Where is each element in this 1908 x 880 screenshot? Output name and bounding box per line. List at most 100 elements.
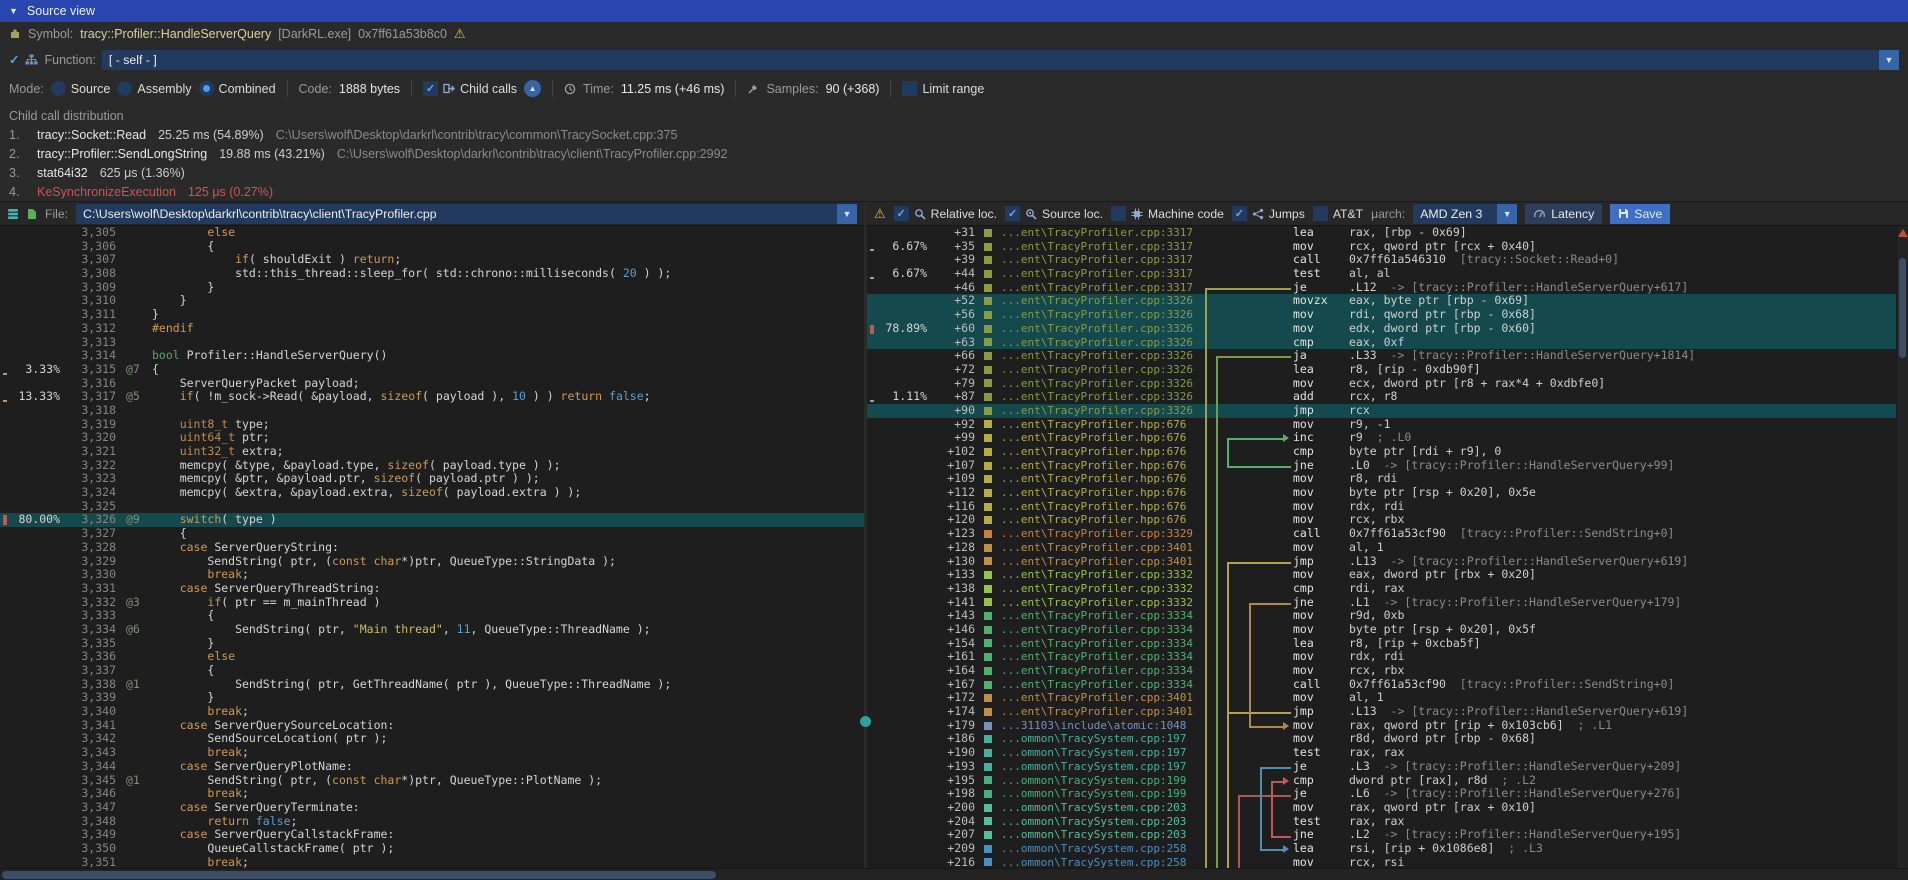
child-calls-expand-button[interactable]: ▲ bbox=[524, 80, 541, 97]
asm-row[interactable]: 6.67%+44...ent\TracyProfiler.cpp:3317tes… bbox=[867, 267, 1896, 281]
title-bar[interactable]: ▼ Source view bbox=[0, 0, 1908, 22]
asm-row[interactable]: +116...ent\TracyProfiler.hpp:676movrdx, … bbox=[867, 500, 1896, 514]
source-line[interactable]: 3,310 } bbox=[0, 294, 864, 308]
asm-row[interactable]: +198...ommon\TracySystem.cpp:199je.L6 ->… bbox=[867, 787, 1896, 801]
assembly-view[interactable]: +31...ent\TracyProfiler.cpp:3317learax, … bbox=[867, 226, 1896, 868]
source-line[interactable]: 3.33%3,315@7{ bbox=[0, 363, 864, 377]
latency-button[interactable]: Latency bbox=[1525, 204, 1602, 224]
file-select[interactable]: C:\Users\wolf\Desktop\darkrl\contrib\tra… bbox=[76, 204, 857, 224]
source-line[interactable]: 3,307 if( shouldExit ) return; bbox=[0, 253, 864, 267]
asm-row[interactable]: +31...ent\TracyProfiler.cpp:3317learax, … bbox=[867, 226, 1896, 240]
source-line[interactable]: 3,347 case ServerQueryTerminate: bbox=[0, 801, 864, 815]
source-line[interactable]: 3,305 else bbox=[0, 226, 864, 240]
asm-row[interactable]: +79...ent\TracyProfiler.cpp:3326movecx, … bbox=[867, 377, 1896, 391]
asm-row[interactable]: +123...ent\TracyProfiler.cpp:3329call0x7… bbox=[867, 527, 1896, 541]
source-line[interactable]: 3,308 std::this_thread::sleep_for( std::… bbox=[0, 267, 864, 281]
source-line[interactable]: 3,342 SendSourceLocation( ptr ); bbox=[0, 732, 864, 746]
asm-row[interactable]: +161...ent\TracyProfiler.cpp:3334movrdx,… bbox=[867, 650, 1896, 664]
asm-row[interactable]: +107...ent\TracyProfiler.hpp:676jne.L0 -… bbox=[867, 459, 1896, 473]
asm-row[interactable]: 78.89%+60...ent\TracyProfiler.cpp:3326mo… bbox=[867, 322, 1896, 336]
horizontal-scrollbar[interactable] bbox=[0, 868, 1908, 880]
checkbox-child-calls[interactable]: ✓ Child calls bbox=[423, 81, 517, 96]
asm-row[interactable]: +52...ent\TracyProfiler.cpp:3326movzxeax… bbox=[867, 294, 1896, 308]
source-line[interactable]: 3,316 ServerQueryPacket payload; bbox=[0, 377, 864, 391]
source-line[interactable]: 3,323 memcpy( &ptr, &payload.ptr, sizeof… bbox=[0, 472, 864, 486]
checkbox-machine-code[interactable]: Machine code bbox=[1111, 206, 1224, 221]
source-line[interactable]: 3,331 case ServerQueryThreadString: bbox=[0, 582, 864, 596]
asm-row[interactable]: +167...ent\TracyProfiler.cpp:3334call0x7… bbox=[867, 678, 1896, 692]
asm-row[interactable]: +207...ommon\TracySystem.cpp:203jne.L2 -… bbox=[867, 828, 1896, 842]
radio-assembly[interactable]: Assembly bbox=[117, 81, 191, 96]
scrollbar-thumb[interactable] bbox=[1899, 258, 1906, 358]
asm-row[interactable]: +46...ent\TracyProfiler.cpp:3317je.L12 -… bbox=[867, 281, 1896, 295]
source-line[interactable]: 3,337 { bbox=[0, 664, 864, 678]
child-call-item[interactable]: 1.tracy::Socket::Read25.25 ms (54.89%)C:… bbox=[9, 125, 1899, 144]
source-line[interactable]: 3,339 } bbox=[0, 691, 864, 705]
uarch-select[interactable]: AMD Zen 3 ▼ bbox=[1413, 204, 1517, 224]
source-line[interactable]: 3,321 uint32_t extra; bbox=[0, 445, 864, 459]
radio-combined[interactable]: Combined bbox=[199, 81, 276, 96]
source-line[interactable]: 3,320 uint64_t ptr; bbox=[0, 431, 864, 445]
asm-row[interactable]: +216...ommon\TracySystem.cpp:258movrcx, … bbox=[867, 856, 1896, 868]
asm-row[interactable]: +143...ent\TracyProfiler.cpp:3334movr9d,… bbox=[867, 609, 1896, 623]
asm-row[interactable]: +128...ent\TracyProfiler.cpp:3401moval, … bbox=[867, 541, 1896, 555]
asm-row[interactable]: +39...ent\TracyProfiler.cpp:3317call0x7f… bbox=[867, 253, 1896, 267]
source-line[interactable]: 3,346 break; bbox=[0, 787, 864, 801]
chevron-down-icon[interactable]: ▼ bbox=[1879, 50, 1899, 70]
asm-row[interactable]: +186...ommon\TracySystem.cpp:197movr8d, … bbox=[867, 732, 1896, 746]
source-line[interactable]: 13.33%3,317@5 if( !m_sock->Read( &payloa… bbox=[0, 390, 864, 404]
child-call-item[interactable]: 3.stat64i32625 μs (1.36%) bbox=[9, 163, 1899, 182]
asm-row[interactable]: +112...ent\TracyProfiler.hpp:676movbyte … bbox=[867, 486, 1896, 500]
chevron-down-icon[interactable]: ▼ bbox=[837, 204, 857, 224]
source-line[interactable]: 3,343 break; bbox=[0, 746, 864, 760]
asm-row[interactable]: +209...ommon\TracySystem.cpp:258learsi, … bbox=[867, 842, 1896, 856]
asm-row[interactable]: +109...ent\TracyProfiler.hpp:676movr8, r… bbox=[867, 472, 1896, 486]
asm-row[interactable]: +179...31103\include\atomic:1048movrax, … bbox=[867, 719, 1896, 733]
collapse-icon[interactable]: ▼ bbox=[9, 6, 18, 16]
source-line[interactable]: 3,345@1 SendString( ptr, (const char*)pt… bbox=[0, 774, 864, 788]
asm-row[interactable]: +92...ent\TracyProfiler.hpp:676movr9, -1 bbox=[867, 418, 1896, 432]
checkbox-att[interactable]: AT&T bbox=[1313, 206, 1363, 221]
asm-row[interactable]: +63...ent\TracyProfiler.cpp:3326cmpeax, … bbox=[867, 336, 1896, 350]
asm-row[interactable]: +200...ommon\TracySystem.cpp:203movrax, … bbox=[867, 801, 1896, 815]
asm-row[interactable]: +138...ent\TracyProfiler.cpp:3332cmprdi,… bbox=[867, 582, 1896, 596]
source-line[interactable]: 3,325 bbox=[0, 500, 864, 514]
source-line[interactable]: 3,349 case ServerQueryCallstackFrame: bbox=[0, 828, 864, 842]
source-line[interactable]: 3,329 SendString( ptr, (const char*)ptr,… bbox=[0, 555, 864, 569]
checkbox-jumps[interactable]: ✓ Jumps bbox=[1232, 206, 1305, 221]
asm-row[interactable]: +130...ent\TracyProfiler.cpp:3401jmp.L13… bbox=[867, 555, 1896, 569]
asm-row[interactable]: +99...ent\TracyProfiler.hpp:676incr9 ; .… bbox=[867, 431, 1896, 445]
chevron-down-icon[interactable]: ▼ bbox=[1497, 204, 1517, 224]
source-line[interactable]: 3,311} bbox=[0, 308, 864, 322]
asm-row[interactable]: +90...ent\TracyProfiler.cpp:3326jmprcx bbox=[867, 404, 1896, 418]
asm-row[interactable]: +146...ent\TracyProfiler.cpp:3334movbyte… bbox=[867, 623, 1896, 637]
checkbox-relative-loc[interactable]: ✓ Relative loc. bbox=[894, 206, 997, 221]
vertical-scrollbar[interactable] bbox=[1896, 226, 1908, 868]
asm-row[interactable]: +154...ent\TracyProfiler.cpp:3334lear8, … bbox=[867, 637, 1896, 651]
source-line[interactable]: 80.00%3,326@9 switch( type ) bbox=[0, 513, 864, 527]
source-line[interactable]: 3,348 return false; bbox=[0, 815, 864, 829]
source-line[interactable]: 3,306 { bbox=[0, 240, 864, 254]
asm-row[interactable]: +102...ent\TracyProfiler.hpp:676cmpbyte … bbox=[867, 445, 1896, 459]
asm-row[interactable]: 6.67%+35...ent\TracyProfiler.cpp:3317mov… bbox=[867, 240, 1896, 254]
asm-row[interactable]: +195...ommon\TracySystem.cpp:199cmpdword… bbox=[867, 774, 1896, 788]
source-line[interactable]: 3,328 case ServerQueryString: bbox=[0, 541, 864, 555]
source-line[interactable]: 3,351 break; bbox=[0, 856, 864, 868]
source-line[interactable]: 3,319 uint8_t type; bbox=[0, 418, 864, 432]
radio-source[interactable]: Source bbox=[51, 81, 111, 96]
asm-row[interactable]: +72...ent\TracyProfiler.cpp:3326lear8, [… bbox=[867, 363, 1896, 377]
source-line[interactable]: 3,338@1 SendString( ptr, GetThreadName( … bbox=[0, 678, 864, 692]
source-line[interactable]: 3,332@3 if( ptr == m_mainThread ) bbox=[0, 596, 864, 610]
source-line[interactable]: 3,309 } bbox=[0, 281, 864, 295]
source-line[interactable]: 3,344 case ServerQueryPlotName: bbox=[0, 760, 864, 774]
source-line[interactable]: 3,350 QueueCallstackFrame( ptr ); bbox=[0, 842, 864, 856]
source-line[interactable]: 3,322 memcpy( &type, &payload.type, size… bbox=[0, 459, 864, 473]
asm-row[interactable]: +66...ent\TracyProfiler.cpp:3326ja.L33 -… bbox=[867, 349, 1896, 363]
source-line[interactable]: 3,327 { bbox=[0, 527, 864, 541]
source-line[interactable]: 3,335 } bbox=[0, 637, 864, 651]
source-line[interactable]: 3,314bool Profiler::HandleServerQuery() bbox=[0, 349, 864, 363]
checkbox-limit-range[interactable]: Limit range bbox=[902, 81, 984, 96]
source-line[interactable]: 3,324 memcpy( &extra, &payload.extra, si… bbox=[0, 486, 864, 500]
asm-row[interactable]: +190...ommon\TracySystem.cpp:197testrax,… bbox=[867, 746, 1896, 760]
source-line[interactable]: 3,312#endif bbox=[0, 322, 864, 336]
